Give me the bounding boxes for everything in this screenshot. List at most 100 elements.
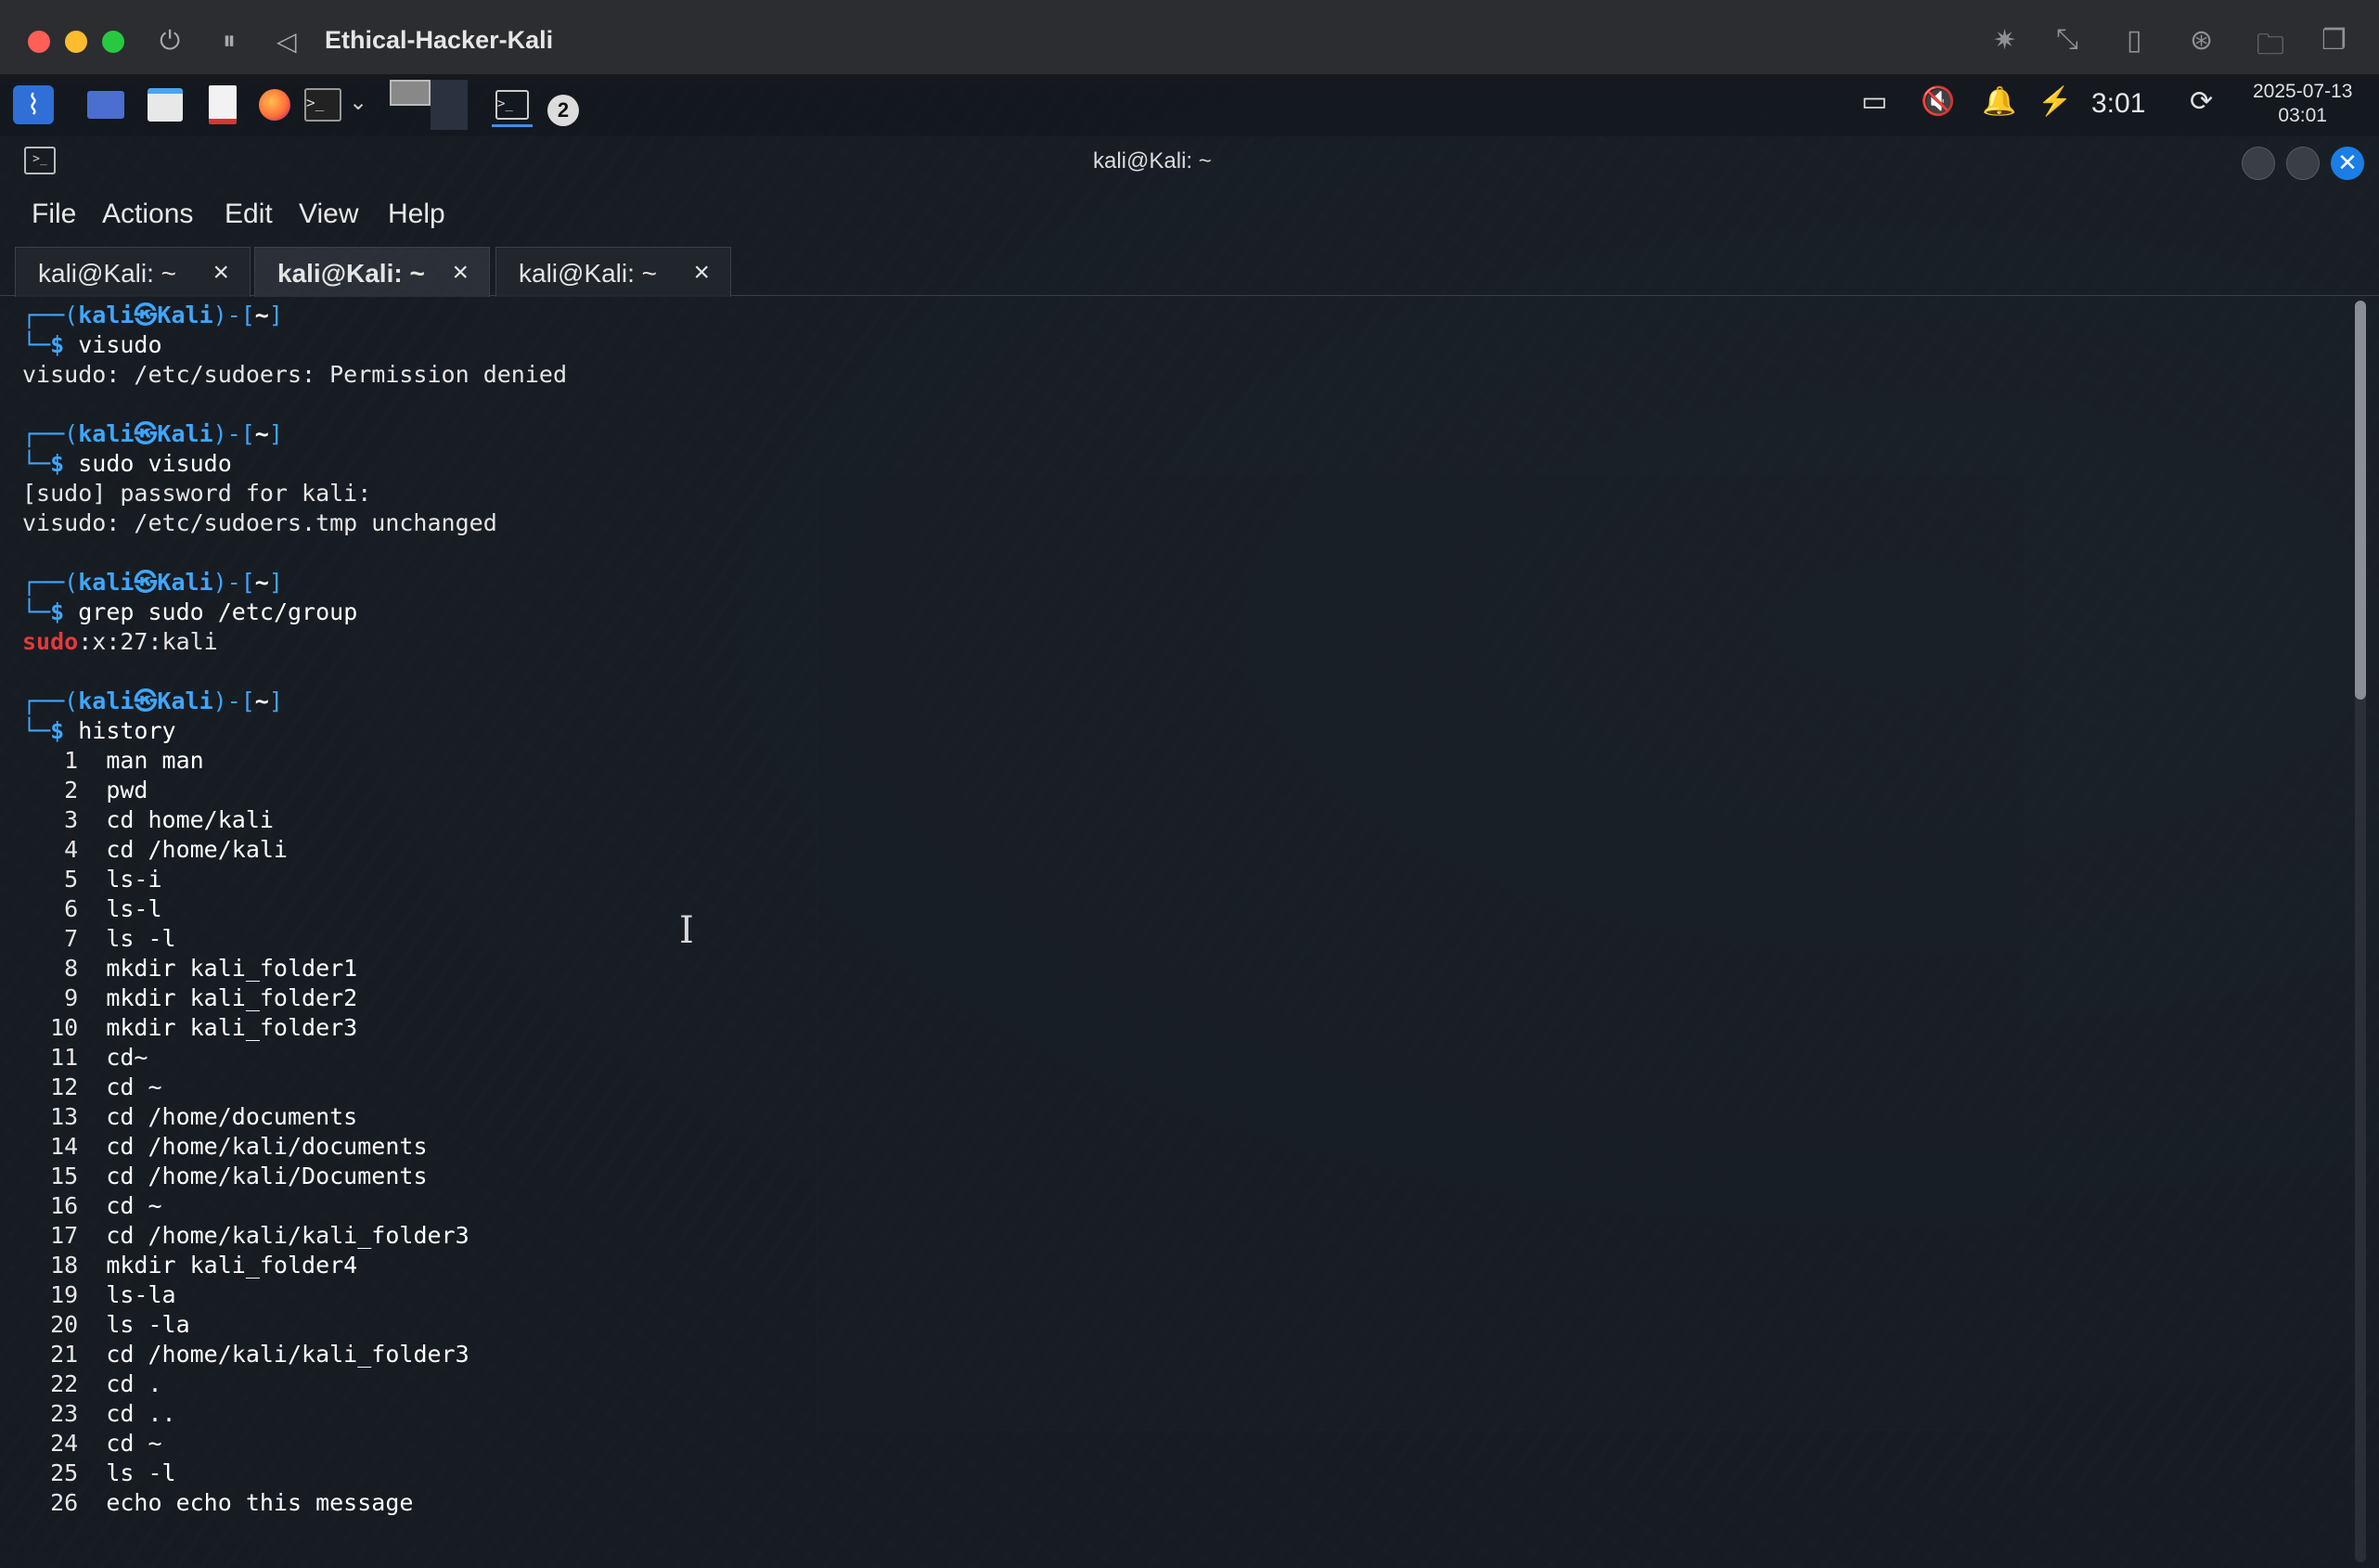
history-number: 3 xyxy=(22,806,107,833)
chevron-down-icon[interactable]: ⌄ xyxy=(349,89,367,116)
workspace-badge-count: 2 xyxy=(557,98,570,122)
minimize-button[interactable] xyxy=(2242,147,2275,180)
history-command: cd home/kali xyxy=(106,806,274,833)
output-text: visudo: /etc/sudoers.tmp unchanged xyxy=(22,509,497,536)
history-number: 14 xyxy=(22,1133,107,1160)
text-editor-icon[interactable] xyxy=(202,85,243,124)
history-number: 6 xyxy=(22,895,107,922)
history-number: 9 xyxy=(22,984,107,1011)
resize-icon[interactable]: ⤡ xyxy=(2056,24,2078,56)
history-number: 17 xyxy=(22,1222,107,1249)
history-number: 4 xyxy=(22,836,107,863)
power-manager-icon[interactable]: ⚡ xyxy=(2038,85,2072,118)
terminal-launcher-icon[interactable]: >_ xyxy=(302,85,343,124)
command-line: └─$ history xyxy=(22,716,176,746)
history-number: 21 xyxy=(22,1341,107,1368)
history-command: mkdir kali_folder4 xyxy=(106,1252,358,1279)
panel-datetime[interactable]: 2025-07-13 03:01 xyxy=(2253,80,2352,128)
history-entry: 1 man man xyxy=(22,746,204,776)
workspace-badge[interactable]: 2 xyxy=(547,95,579,126)
menu-edit[interactable]: Edit xyxy=(225,199,273,230)
output-text: visudo: /etc/sudoers: Permission denied xyxy=(22,361,567,388)
history-command: mkdir kali_folder3 xyxy=(106,1014,358,1041)
history-entry: 23 cd .. xyxy=(22,1399,176,1429)
history-command: ls -l xyxy=(106,925,176,952)
history-number: 1 xyxy=(22,747,107,774)
maximize-window-button[interactable] xyxy=(102,31,124,53)
terminal-tab-2[interactable]: kali@Kali: ~ × xyxy=(254,247,490,297)
tab-close-icon[interactable]: × xyxy=(452,257,469,289)
history-entry: 7 ls -l xyxy=(22,924,176,954)
history-entry: 3 cd home/kali xyxy=(22,805,274,835)
terminal-scrollbar[interactable] xyxy=(2355,301,2366,1562)
prompt-bracket: )-[ xyxy=(212,688,255,714)
history-command: echo echo this message xyxy=(106,1489,414,1516)
notification-bell-icon[interactable]: 🔔 xyxy=(1982,85,2016,118)
display-icon[interactable]: ▭ xyxy=(1861,85,1887,118)
desktop-icon[interactable] xyxy=(85,85,126,124)
kali-menu-icon[interactable]: ⌇ xyxy=(13,85,54,124)
history-number: 10 xyxy=(22,1014,107,1041)
terminal-tab-3[interactable]: kali@Kali: ~ × xyxy=(495,247,731,297)
history-number: 20 xyxy=(22,1311,107,1338)
history-command: cd /home/kali xyxy=(106,836,288,863)
prompt-user: kali㉿Kali xyxy=(78,569,213,596)
history-command: cd /home/kali/kali_folder3 xyxy=(106,1341,469,1368)
pause-icon[interactable]: ⏸ xyxy=(223,26,236,57)
scrollbar-thumb[interactable] xyxy=(2355,301,2366,700)
terminal-title: kali@Kali: ~ xyxy=(1093,148,1212,174)
back-icon[interactable]: ◁ xyxy=(276,26,297,57)
history-command: pwd xyxy=(106,777,148,803)
muted-speaker-icon[interactable]: 🔇 xyxy=(1921,85,1955,118)
tab-close-icon[interactable]: × xyxy=(693,257,710,289)
history-entry: 17 cd /home/kali/kali_folder3 xyxy=(22,1221,469,1251)
tab-close-icon[interactable]: × xyxy=(212,257,229,289)
menu-help[interactable]: Help xyxy=(388,199,445,230)
history-command: cd /home/kali/kali_folder3 xyxy=(106,1222,469,1249)
prompt-bracket: ┌──( xyxy=(22,688,79,714)
close-window-button[interactable] xyxy=(28,31,50,53)
history-entry: 25 ls -l xyxy=(22,1459,175,1488)
history-entry: 5 ls-i xyxy=(22,865,161,894)
close-button[interactable]: ✕ xyxy=(2331,147,2364,180)
history-number: 26 xyxy=(22,1489,107,1516)
history-number: 22 xyxy=(22,1370,107,1397)
terminal-task-icon[interactable]: >_ xyxy=(492,85,533,127)
menu-view[interactable]: View xyxy=(299,199,358,230)
history-number: 25 xyxy=(22,1459,107,1486)
history-command: cd .. xyxy=(106,1400,176,1427)
terminal-menubar: File Actions Edit View Help xyxy=(0,187,2379,239)
power-icon[interactable]: ⏻ xyxy=(160,26,180,57)
workspace-1[interactable] xyxy=(390,80,431,106)
history-number: 7 xyxy=(22,925,107,952)
refresh-icon[interactable]: ⟳ xyxy=(2190,85,2213,118)
network-share-icon[interactable]: ⊛ xyxy=(2190,24,2213,57)
brightness-icon[interactable]: ✷ xyxy=(1993,24,2016,57)
prompt-bracket: ] xyxy=(268,420,283,447)
terminal-tab-1[interactable]: kali@Kali: ~ × xyxy=(15,247,251,297)
menu-actions[interactable]: Actions xyxy=(102,199,193,230)
maximize-button[interactable] xyxy=(2286,147,2320,180)
history-number: 18 xyxy=(22,1252,107,1279)
tab-label: kali@Kali: ~ xyxy=(38,259,177,288)
history-command: cd~ xyxy=(106,1044,148,1071)
workspace-2[interactable] xyxy=(431,80,468,130)
history-entry: 2 pwd xyxy=(22,776,148,805)
history-entry: 20 ls -la xyxy=(22,1310,190,1340)
prompt-bracket: ] xyxy=(268,302,283,328)
file-manager-icon[interactable] xyxy=(145,85,186,124)
prompt-user: kali㉿Kali xyxy=(78,688,213,714)
firefox-icon[interactable] xyxy=(254,85,295,124)
window-icon[interactable]: ❐ xyxy=(2321,24,2347,57)
history-command: man man xyxy=(106,747,204,774)
history-number: 2 xyxy=(22,777,107,803)
usb-icon[interactable]: ▯ xyxy=(2127,24,2142,57)
folder-icon[interactable]: 🗀 xyxy=(2257,24,2284,71)
terminal-app-icon: >_ xyxy=(24,147,56,174)
text-cursor-icon: I xyxy=(679,909,694,952)
terminal-titlebar[interactable]: >_ kali@Kali: ~ ✕ xyxy=(0,135,2379,187)
panel-clock[interactable]: 3:01 xyxy=(2091,88,2145,120)
minimize-window-button[interactable] xyxy=(65,31,87,53)
tab-label: kali@Kali: ~ xyxy=(519,259,658,288)
menu-file[interactable]: File xyxy=(32,199,76,230)
